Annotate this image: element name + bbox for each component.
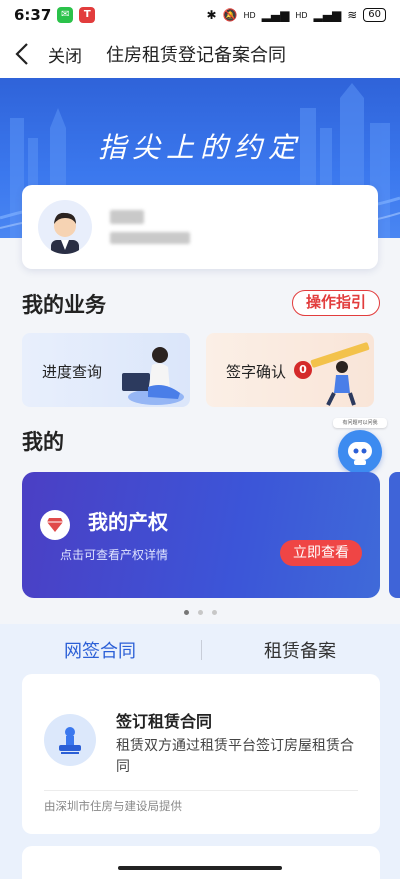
avatar: [38, 200, 92, 254]
close-button[interactable]: 关闭: [48, 42, 82, 67]
nav-bar: 关闭 住房租赁登记备案合同: [0, 30, 400, 78]
my-business-title: 我的业务: [22, 293, 106, 317]
tab-divider: [201, 640, 202, 660]
home-indicator[interactable]: [118, 866, 282, 870]
wechat-icon: ✉: [57, 7, 74, 23]
contract-description: 租赁双方通过租赁平台签订房屋租赁合同: [116, 738, 354, 775]
page-title: 住房租赁登记备案合同: [106, 45, 286, 66]
diamond-icon: [40, 510, 70, 540]
stamp-icon: [44, 714, 96, 766]
provider-text: 由深圳市住房与建设局提供: [44, 799, 182, 813]
assistant-robot[interactable]: 有问题可以问我: [333, 418, 387, 480]
mine-title: 我的: [22, 430, 64, 454]
wifi-icon: ≋: [347, 8, 358, 22]
signature-confirm-label: 签字确认: [226, 363, 287, 381]
back-icon[interactable]: [10, 39, 34, 69]
robot-icon: [338, 430, 382, 474]
next-carousel-card[interactable]: [389, 472, 400, 598]
tab-online-contract[interactable]: 网签合同: [0, 637, 200, 663]
signal-icon: ▂▄▆: [313, 8, 342, 22]
user-phone-redacted: [110, 232, 190, 244]
signal-1-label: HD: [243, 10, 256, 20]
carousel-dots: [0, 610, 400, 615]
status-time: 6:37: [14, 6, 52, 24]
battery-icon: 60: [363, 8, 386, 22]
signature-confirm-card[interactable]: 签字确认 0: [206, 333, 374, 407]
status-bar: 6:37 ✉ T ✱ 🔕 HD ▂▄▆ HD ▂▄▆ ≋ 60: [0, 0, 400, 30]
pen-person-illustration: [310, 342, 370, 406]
divider: [44, 790, 358, 791]
banner-title: 指尖上的约定: [97, 131, 302, 164]
contract-title: 签订租赁合同: [116, 712, 213, 731]
operation-guide-button[interactable]: 操作指引: [292, 290, 380, 316]
my-property-subtitle: 点击可查看产权详情: [60, 548, 169, 562]
user-name-redacted: [110, 210, 144, 224]
my-property-title: 我的产权: [88, 510, 168, 534]
carousel-dot[interactable]: [197, 610, 203, 615]
robot-tip: 有问题可以问我: [333, 418, 387, 428]
progress-query-card[interactable]: 进度查询: [22, 333, 190, 407]
mute-icon: 🔕: [222, 8, 238, 22]
signal-2-label: HD: [295, 10, 308, 20]
person-laptop-illustration: [122, 347, 184, 405]
sign-lease-contract-card[interactable]: 签订租赁合同 租赁双方通过租赁平台签订房屋租赁合同 由深圳市住房与建设局提供: [22, 674, 380, 834]
bluetooth-icon: ✱: [206, 8, 217, 22]
status-icons: ✱ 🔕 HD ▂▄▆ HD ▂▄▆ ≋ 60: [206, 8, 386, 22]
carousel-dot[interactable]: [183, 610, 189, 615]
profile-info: [110, 210, 190, 244]
next-service-card[interactable]: [22, 846, 380, 879]
service-tabs: 网签合同 租赁备案: [0, 630, 400, 670]
signal-icon: ▂▄▆: [261, 8, 290, 22]
app-icon: T: [79, 7, 96, 23]
carousel-dot[interactable]: [211, 610, 217, 615]
tab-lease-filing[interactable]: 租赁备案: [200, 637, 400, 663]
view-now-button[interactable]: 立即查看: [280, 540, 362, 566]
profile-card[interactable]: [22, 185, 378, 269]
my-property-card[interactable]: 我的产权 点击可查看产权详情 立即查看: [22, 472, 380, 598]
progress-query-label: 进度查询: [42, 363, 103, 381]
